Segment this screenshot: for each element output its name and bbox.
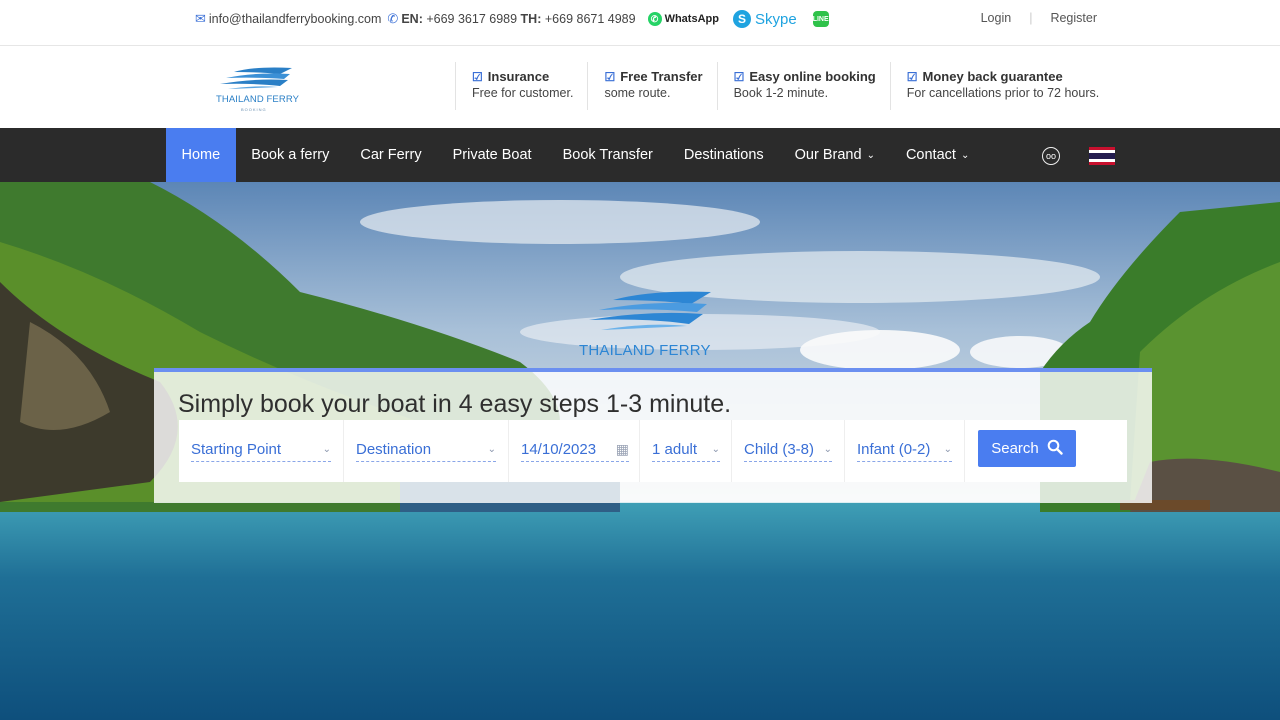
feature-money-back: ☑ Money back guarantee For cancellations … — [889, 62, 1113, 110]
nav-item-contact[interactable]: Contact ⌄ — [890, 128, 984, 182]
whatsapp-label: WhatsApp — [664, 13, 719, 25]
nav-item-our-brand[interactable]: Our Brand ⌄ — [779, 128, 890, 182]
th-phone[interactable]: +669 8671 4989 — [545, 12, 636, 26]
check-icon: ☑ — [604, 69, 616, 84]
check-icon: ☑ — [906, 69, 918, 84]
skype-icon: S — [732, 10, 751, 28]
nav-label: Book Transfer — [562, 147, 653, 163]
feature-desc: some route. — [604, 86, 671, 100]
booking-headline: Simply book your boat in 4 easy steps 1-… — [178, 390, 732, 418]
chevron-down-icon: ⌄ — [322, 444, 331, 455]
nav-label: Contact — [905, 147, 956, 163]
feature-easy-booking: ☑ Easy online booking Book 1-2 minute. — [716, 62, 890, 110]
feature-title: Free Transfer — [620, 69, 703, 84]
line-icon: LINE — [812, 11, 829, 27]
feature-title: Insurance — [487, 69, 550, 84]
th-label: TH: — [520, 12, 542, 26]
hero-logo-text: THAILAND FERRY — [579, 342, 711, 359]
chevron-down-icon: ⌄ — [711, 444, 720, 455]
email-link[interactable]: ✉ info@thailandferrybooking.com — [195, 11, 381, 27]
adults-value: 1 adult — [652, 441, 698, 458]
nav-label: Destinations — [683, 147, 764, 163]
feature-desc: For cancellations prior to 72 hours. — [906, 86, 1100, 100]
feature-free-transfer: ☑ Free Transfer some route. — [587, 62, 716, 110]
contact-info: ✉ info@thailandferrybooking.com ✆ EN: +6… — [195, 10, 829, 28]
nav-item-book-transfer[interactable]: Book Transfer — [547, 128, 668, 182]
thai-flag-icon[interactable] — [1089, 147, 1115, 165]
nav-label: Private Boat — [452, 147, 532, 163]
nav-label: Book a ferry — [251, 147, 330, 163]
search-button[interactable]: Search — [978, 430, 1076, 467]
hero-logo: THAILAND FERRY — [579, 286, 719, 361]
chevron-down-icon: ⌄ — [866, 149, 875, 161]
logo-subtext: BOOKING — [241, 107, 267, 112]
whatsapp-link[interactable]: ✆ WhatsApp — [647, 12, 719, 26]
destination-value: Destination — [356, 441, 432, 458]
check-icon: ☑ — [733, 69, 745, 84]
nav-item-private-boat[interactable]: Private Boat — [437, 128, 547, 182]
auth-divider: | — [1029, 11, 1033, 25]
feature-title: Easy online booking — [749, 69, 876, 84]
login-link[interactable]: Login — [981, 11, 1012, 25]
skype-label: Skype — [754, 10, 797, 28]
search-icon — [1047, 439, 1063, 459]
infant-value: Infant (0-2) — [857, 441, 931, 458]
destination-select[interactable]: Destination ⌄ — [344, 420, 509, 482]
date-picker[interactable]: 14/10/2023 ▦ — [509, 420, 640, 482]
nav-item-book-a-ferry[interactable]: Book a ferry — [236, 128, 345, 182]
chevron-down-icon: ⌄ — [823, 444, 832, 455]
site-logo[interactable]: THAILAND FERRY BOOKING — [214, 64, 300, 112]
top-bar: ✉ info@thailandferrybooking.com ✆ EN: +6… — [0, 0, 1280, 46]
tripadvisor-icon[interactable]: oo — [1042, 147, 1060, 165]
en-phone[interactable]: +669 3617 6989 — [426, 12, 517, 26]
feature-desc: Book 1-2 minute. — [733, 86, 829, 100]
search-label: Search — [991, 440, 1039, 457]
en-label: EN: — [401, 12, 423, 26]
starting-point-value: Starting Point — [191, 441, 282, 458]
nav-label: Home — [181, 147, 221, 163]
register-link[interactable]: Register — [1050, 11, 1097, 25]
feature-insurance: ☑ Insurance Free for customer. — [455, 62, 587, 110]
chevron-down-icon: ⌄ — [960, 149, 970, 161]
ferry-logo-icon — [220, 67, 292, 89]
email-text: info@thailandferrybooking.com — [208, 12, 382, 26]
nav-item-car-ferry[interactable]: Car Ferry — [345, 128, 437, 182]
envelope-icon: ✉ — [195, 11, 206, 26]
phone-info: ✆ EN: +669 3617 6989 TH: +669 8671 4989 — [387, 11, 635, 27]
chevron-down-icon: ⌄ — [943, 444, 952, 455]
date-value: 14/10/2023 — [521, 441, 597, 458]
skype-link[interactable]: S Skype — [732, 10, 797, 28]
feature-list: ☑ Insurance Free for customer. ☑ Free Tran… — [455, 62, 1113, 110]
site-header: THAILAND FERRY BOOKING ☑ Insurance Free f… — [0, 46, 1280, 128]
check-icon: ☑ — [472, 69, 483, 84]
logo-text: THAILAND FERRY — [216, 94, 300, 105]
booking-panel: Simply book your boat in 4 easy steps 1-… — [154, 368, 1152, 503]
main-nav: Home Book a ferry Car Ferry Private Boat… — [0, 128, 1280, 182]
nav-label: Car Ferry — [360, 147, 422, 163]
line-link[interactable]: LINE — [812, 11, 829, 27]
starting-point-select[interactable]: Starting Point ⌄ — [179, 420, 344, 482]
nav-item-home[interactable]: Home — [166, 128, 236, 182]
whatsapp-icon: ✆ — [647, 12, 662, 26]
nav-right: oo — [1042, 146, 1115, 166]
calendar-icon: ▦ — [615, 441, 629, 457]
feature-title: Money back guarantee — [922, 69, 1063, 84]
feature-desc: Free for customer. — [472, 86, 574, 100]
child-value: Child (3-8) — [744, 441, 815, 458]
nav-label: Our Brand — [794, 147, 862, 163]
auth-links: Login | Register — [981, 11, 1097, 25]
nav-item-destinations[interactable]: Destinations — [668, 128, 779, 182]
chevron-down-icon: ⌄ — [487, 444, 496, 455]
child-select[interactable]: Child (3-8) ⌄ — [732, 420, 845, 482]
infant-select[interactable]: Infant (0-2) ⌄ — [845, 420, 965, 482]
nav-items: Home Book a ferry Car Ferry Private Boat… — [166, 128, 985, 182]
adults-select[interactable]: 1 adult ⌄ — [640, 420, 732, 482]
booking-form: Starting Point ⌄ Destination ⌄ 14/10/2023 ▦… — [179, 420, 1127, 482]
phone-icon: ✆ — [387, 11, 399, 26]
ferry-logo-icon — [589, 291, 711, 330]
